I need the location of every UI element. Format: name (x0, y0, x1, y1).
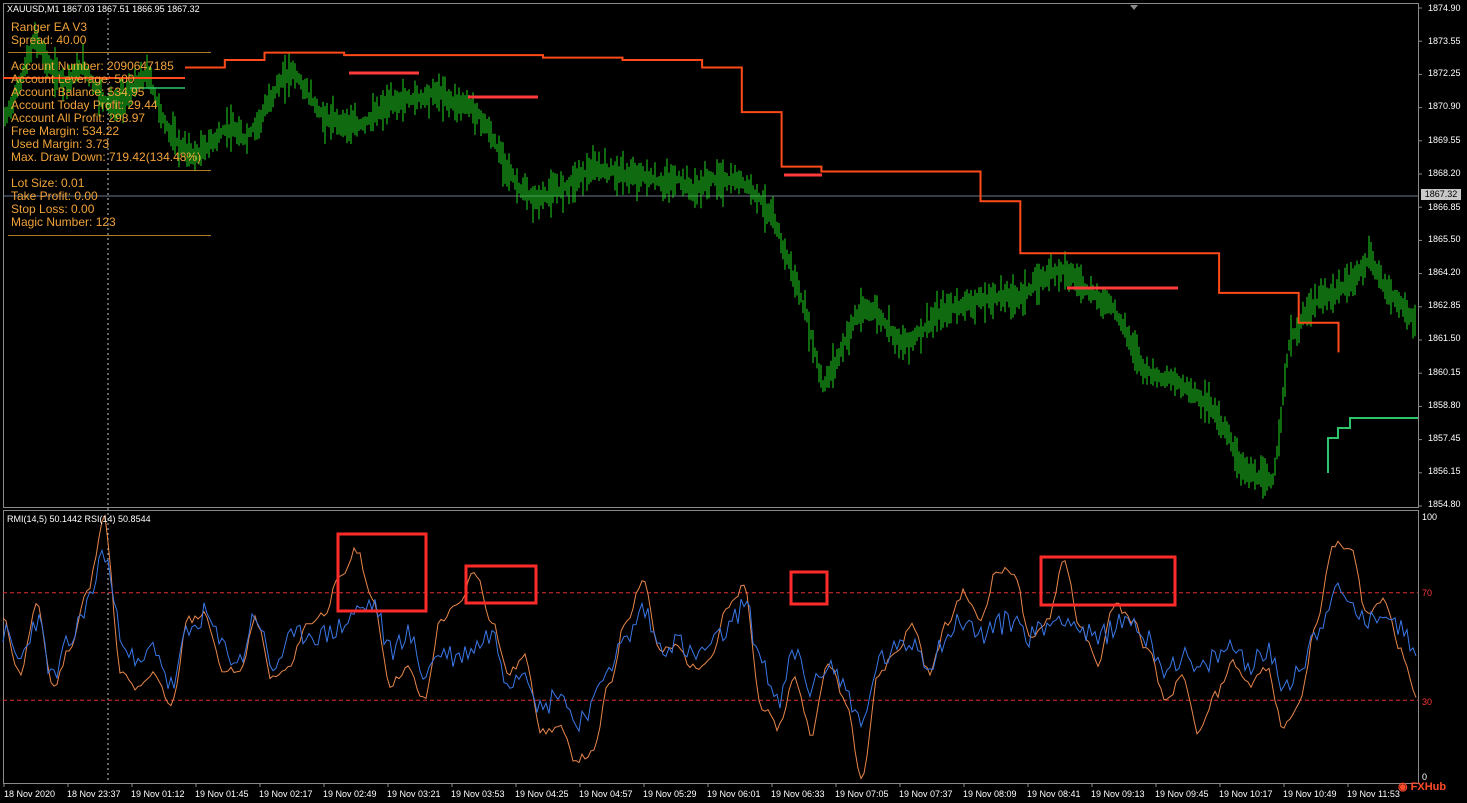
time-tick-label: 19 Nov 05:29 (643, 789, 697, 799)
rmi-line (2, 548, 1417, 733)
price-tick-label: 1870.90 (1428, 101, 1461, 111)
price-tick-label: 1857.45 (1428, 433, 1461, 443)
price-tick-label: 1865.50 (1428, 234, 1461, 244)
time-tick-label: 19 Nov 04:25 (515, 789, 569, 799)
indicator-legend: RMI(14,5) 50.1442 RSI(14) 50.8544 (7, 514, 151, 524)
time-tick-label: 19 Nov 06:01 (707, 789, 761, 799)
time-tick-label: 19 Nov 06:33 (771, 789, 825, 799)
ea-spread: Spread: 40.00 (11, 33, 87, 47)
price-candles (4, 22, 1416, 499)
price-tick-label: 1874.90 (1428, 3, 1461, 13)
time-tick-label: 19 Nov 03:53 (451, 789, 505, 799)
time-tick-label: 19 Nov 01:12 (131, 789, 185, 799)
time-tick-label: 19 Nov 02:17 (259, 789, 313, 799)
ea-separator (8, 170, 211, 171)
price-pane-frame (3, 3, 1419, 508)
shift-marker-icon (1130, 5, 1138, 10)
price-tick-label: 1856.15 (1428, 466, 1461, 476)
indicator-upper-label: 70 (1422, 588, 1433, 598)
price-tick-label: 1872.25 (1428, 68, 1461, 78)
fxhub-watermark: ◉ FXHub (1398, 781, 1447, 793)
time-tick-label: 19 Nov 03:21 (387, 789, 441, 799)
time-tick-label: 19 Nov 07:05 (835, 789, 889, 799)
time-tick-label: 19 Nov 10:17 (1219, 789, 1273, 799)
time-tick-label: 19 Nov 10:49 (1283, 789, 1337, 799)
symbol-quote: XAUUSD,M1 1867.03 1867.51 1866.95 1867.3… (7, 4, 200, 14)
price-tick-label: 1861.50 (1428, 333, 1461, 343)
price-tick-label: 1873.55 (1428, 36, 1461, 46)
stop-lines (3, 51, 1418, 473)
price-tick-label: 1860.15 (1428, 367, 1461, 377)
chart-canvas[interactable] (0, 0, 1467, 803)
highlight-boxes (336, 532, 1177, 613)
price-tick-label: 1868.20 (1428, 168, 1461, 178)
time-tick-label: 19 Nov 09:45 (1155, 789, 1209, 799)
current-price-tag: 1867.32 (1421, 189, 1461, 200)
price-tick-label: 1869.55 (1428, 135, 1461, 145)
time-tick-label: 19 Nov 07:37 (899, 789, 953, 799)
ea-separator (8, 235, 211, 236)
stop-line-green (1327, 417, 1418, 473)
stop-line-orange (185, 51, 1340, 353)
ea-max-draw-down: Max. Draw Down: 719.42(134.48%) (11, 150, 202, 164)
ea-separator (8, 52, 211, 53)
price-tick-label: 1866.85 (1428, 202, 1461, 212)
price-tick-label: 1858.80 (1428, 400, 1461, 410)
chart-frames (3, 3, 1419, 784)
time-tick-label: 19 Nov 08:41 (1027, 789, 1081, 799)
highlight-box (789, 570, 829, 606)
time-tick-label: 19 Nov 01:45 (195, 789, 249, 799)
time-tick-label: 19 Nov 08:09 (963, 789, 1017, 799)
price-tick-label: 1864.20 (1428, 267, 1461, 277)
time-tick-label: 19 Nov 02:49 (323, 789, 377, 799)
rsi-line (2, 514, 1417, 780)
indicator-lower-label: 30 (1422, 697, 1433, 707)
watermark-text: FXHub (1410, 781, 1447, 793)
ea-magic-number: Magic Number: 123 (11, 215, 116, 229)
highlight-box (464, 564, 538, 605)
time-tick-label: 18 Nov 2020 (4, 789, 56, 799)
indicator-lines (2, 514, 1418, 780)
time-tick-label: 19 Nov 11:53 (1347, 789, 1400, 799)
price-tick-label: 1854.80 (1428, 499, 1461, 509)
time-tick-label: 19 Nov 09:13 (1091, 789, 1145, 799)
indicator-max-label: 100 (1422, 512, 1438, 522)
time-tick-label: 18 Nov 23:37 (67, 789, 121, 799)
time-tick-label: 19 Nov 04:57 (579, 789, 633, 799)
highlight-box (336, 532, 428, 613)
price-tick-label: 1862.85 (1428, 300, 1461, 310)
